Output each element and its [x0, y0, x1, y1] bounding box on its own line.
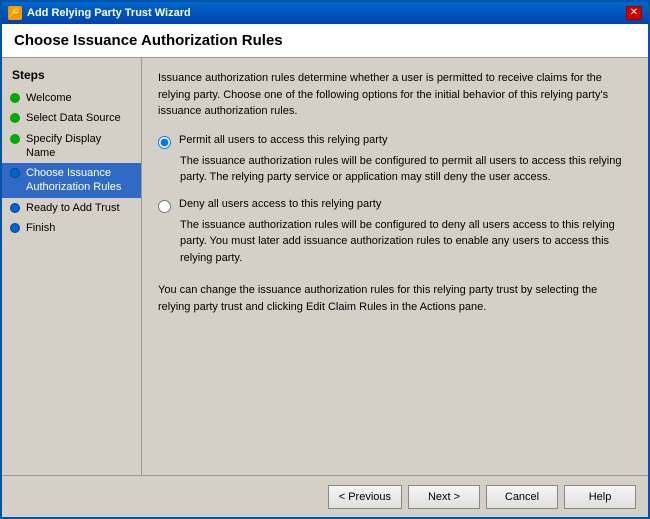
sidebar-item-select-data: Select Data Source	[2, 108, 141, 128]
dot-auth-rules	[10, 168, 20, 178]
sidebar-item-welcome: Welcome	[2, 88, 141, 108]
dot-welcome	[10, 93, 20, 103]
dot-finish	[10, 223, 20, 233]
sidebar-label-welcome: Welcome	[26, 91, 72, 105]
sidebar-item-ready: Ready to Add Trust	[2, 198, 141, 218]
wizard-window: 🔑 Add Relying Party Trust Wizard ✕ Choos…	[0, 0, 650, 519]
content-area: Steps Welcome Select Data Source Specify…	[2, 58, 648, 475]
page-header: Choose Issuance Authorization Rules	[2, 24, 648, 58]
description-text: Issuance authorization rules determine w…	[158, 70, 632, 120]
title-bar-left: 🔑 Add Relying Party Trust Wizard	[8, 6, 191, 20]
page-title: Choose Issuance Authorization Rules	[14, 32, 636, 49]
sidebar-label-ready: Ready to Add Trust	[26, 201, 120, 215]
sidebar-label-select-data: Select Data Source	[26, 111, 121, 125]
previous-button[interactable]: < Previous	[328, 485, 402, 509]
window-icon: 🔑	[8, 6, 22, 20]
cancel-button[interactable]: Cancel	[486, 485, 558, 509]
dot-display-name	[10, 134, 20, 144]
close-button[interactable]: ✕	[626, 6, 642, 20]
bottom-bar: < Previous Next > Cancel Help	[2, 475, 648, 517]
radio-permit-desc: The issuance authorization rules will be…	[180, 153, 632, 186]
radio-option-permit[interactable]: Permit all users to access this relying …	[158, 134, 632, 149]
sidebar-label-display-name: Specify Display Name	[26, 132, 131, 161]
dot-ready	[10, 203, 20, 213]
main-content: Issuance authorization rules determine w…	[142, 58, 648, 475]
sidebar-label-auth-rules: Choose Issuance Authorization Rules	[26, 166, 131, 195]
sidebar-title: Steps	[2, 68, 141, 88]
radio-permit-label[interactable]: Permit all users to access this relying …	[179, 134, 387, 146]
radio-group-deny: Deny all users access to this relying pa…	[158, 198, 632, 267]
radio-permit[interactable]	[158, 136, 171, 149]
sidebar-item-finish: Finish	[2, 218, 141, 238]
help-button[interactable]: Help	[564, 485, 636, 509]
dot-select-data	[10, 113, 20, 123]
footer-note: You can change the issuance authorizatio…	[158, 282, 632, 315]
title-bar: 🔑 Add Relying Party Trust Wizard ✕	[2, 2, 648, 24]
radio-deny-label[interactable]: Deny all users access to this relying pa…	[179, 198, 381, 210]
radio-deny-desc: The issuance authorization rules will be…	[180, 217, 632, 267]
next-button[interactable]: Next >	[408, 485, 480, 509]
radio-group-permit: Permit all users to access this relying …	[158, 134, 632, 186]
sidebar-item-display-name: Specify Display Name	[2, 129, 141, 164]
radio-deny[interactable]	[158, 200, 171, 213]
sidebar: Steps Welcome Select Data Source Specify…	[2, 58, 142, 475]
window-title: Add Relying Party Trust Wizard	[27, 7, 191, 19]
radio-option-deny[interactable]: Deny all users access to this relying pa…	[158, 198, 632, 213]
sidebar-label-finish: Finish	[26, 221, 55, 235]
sidebar-item-auth-rules: Choose Issuance Authorization Rules	[2, 163, 141, 198]
